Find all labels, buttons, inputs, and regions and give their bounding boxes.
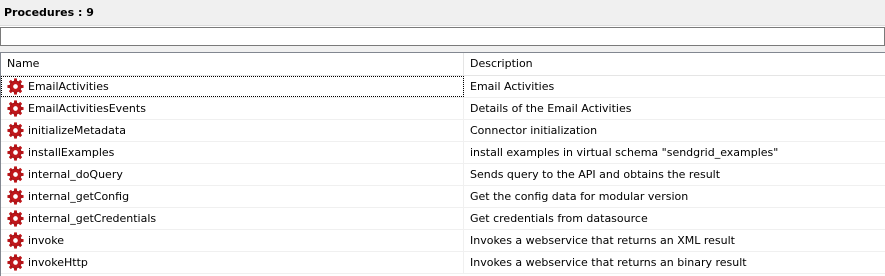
name-cell[interactable]: invokeHttp bbox=[1, 252, 464, 273]
panel-title: Procedures : 9 bbox=[4, 6, 94, 19]
description-cell: Get credentials from datasource bbox=[470, 212, 648, 225]
description-cell: Sends query to the API and obtains the r… bbox=[470, 168, 721, 181]
procedure-name: EmailActivitiesEvents bbox=[28, 102, 146, 115]
name-cell[interactable]: initializeMetadata bbox=[1, 120, 464, 141]
procedure-name: EmailActivities bbox=[28, 80, 109, 93]
procedure-name: installExamples bbox=[28, 146, 115, 159]
description-cell: install examples in virtual schema "send… bbox=[470, 146, 779, 159]
procedure-name: internal_getCredentials bbox=[28, 212, 157, 225]
procedure-name: initializeMetadata bbox=[28, 124, 126, 137]
table-row[interactable]: invoke Invokes a webservice that returns… bbox=[1, 230, 885, 252]
gear-icon bbox=[7, 100, 24, 117]
table-row[interactable]: invokeHttp Invokes a webservice that ret… bbox=[1, 252, 885, 274]
description-cell: Connector initialization bbox=[470, 124, 598, 137]
description-cell: Get the config data for modular version bbox=[470, 190, 689, 203]
procedure-name: invoke bbox=[28, 234, 65, 247]
table-header: Name Description bbox=[1, 53, 885, 76]
name-cell[interactable]: installExamples bbox=[1, 142, 464, 163]
name-cell[interactable]: invoke bbox=[1, 230, 464, 251]
panel-header: Procedures : 9 bbox=[0, 0, 885, 26]
table-body: EmailActivities Email Activities EmailAc… bbox=[1, 76, 885, 274]
table-row[interactable]: internal_getCredentials Get credentials … bbox=[1, 208, 885, 230]
gear-icon bbox=[7, 232, 24, 249]
name-cell[interactable]: internal_getConfig bbox=[1, 186, 464, 207]
procedure-name: internal_doQuery bbox=[28, 168, 123, 181]
gear-icon bbox=[7, 188, 24, 205]
table-row[interactable]: internal_getConfig Get the config data f… bbox=[1, 186, 885, 208]
procedures-table: Name Description EmailActivities Email A… bbox=[0, 52, 885, 276]
name-cell[interactable]: internal_doQuery bbox=[1, 164, 464, 185]
name-cell[interactable]: EmailActivitiesEvents bbox=[1, 98, 464, 119]
table-row[interactable]: EmailActivitiesEvents Details of the Ema… bbox=[1, 98, 885, 120]
name-cell[interactable]: internal_getCredentials bbox=[1, 208, 464, 229]
gear-icon bbox=[7, 254, 24, 271]
table-row[interactable]: EmailActivities Email Activities bbox=[1, 76, 885, 98]
column-header-name[interactable]: Name bbox=[1, 53, 464, 75]
gear-icon bbox=[7, 166, 24, 183]
table-row[interactable]: initializeMetadata Connector initializat… bbox=[1, 120, 885, 142]
gear-icon bbox=[7, 210, 24, 227]
gear-icon bbox=[7, 78, 24, 95]
table-row[interactable]: installExamples install examples in virt… bbox=[1, 142, 885, 164]
description-cell: Invokes a webservice that returns an XML… bbox=[470, 234, 735, 247]
filter-input[interactable] bbox=[0, 27, 885, 46]
procedure-name: internal_getConfig bbox=[28, 190, 130, 203]
column-header-description[interactable]: Description bbox=[464, 53, 884, 75]
description-cell: Invokes a webservice that returns an bin… bbox=[470, 256, 747, 269]
gear-icon bbox=[7, 122, 24, 139]
name-cell[interactable]: EmailActivities bbox=[1, 76, 464, 97]
procedure-name: invokeHttp bbox=[28, 256, 88, 269]
description-cell: Details of the Email Activities bbox=[470, 102, 632, 115]
description-cell: Email Activities bbox=[470, 80, 555, 93]
table-row[interactable]: internal_doQuery Sends query to the API … bbox=[1, 164, 885, 186]
gear-icon bbox=[7, 144, 24, 161]
